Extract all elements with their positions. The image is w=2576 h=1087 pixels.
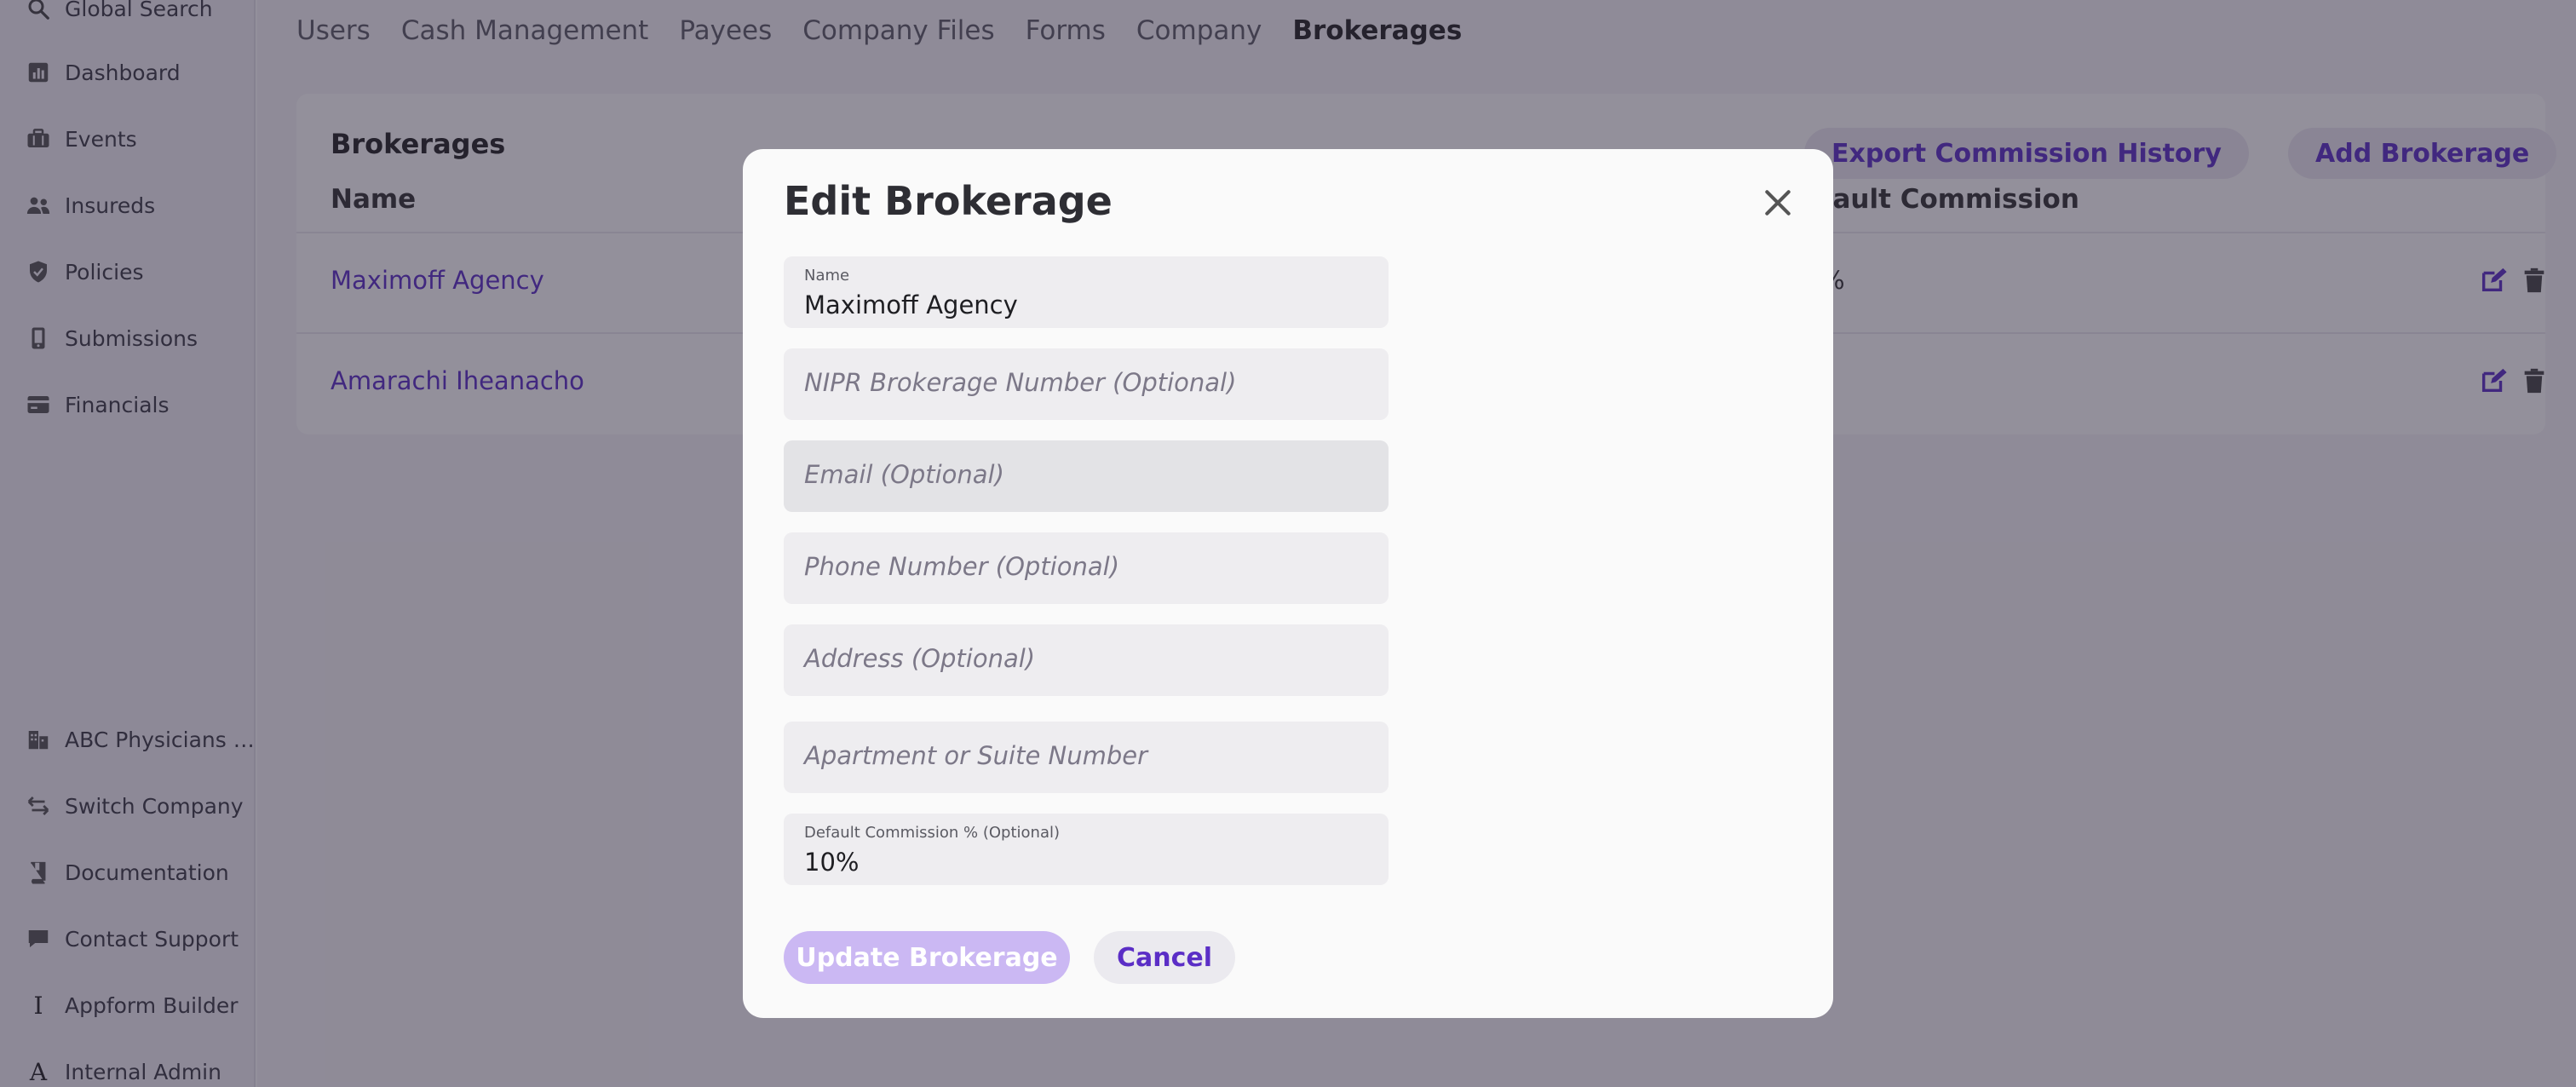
name-field[interactable]: Name Maximoff Agency: [784, 256, 1389, 328]
default-commission-value: 10%: [804, 848, 860, 877]
default-commission-label: Default Commission % (Optional): [804, 824, 1061, 842]
phone-number-field[interactable]: Phone Number (Optional): [784, 532, 1389, 604]
nipr-number-placeholder: NIPR Brokerage Number (Optional): [804, 368, 1237, 397]
nipr-number-field[interactable]: NIPR Brokerage Number (Optional): [784, 348, 1389, 420]
address-field[interactable]: Address (Optional): [784, 624, 1389, 696]
apartment-suite-placeholder: Apartment or Suite Number: [804, 741, 1148, 770]
email-field[interactable]: Email (Optional): [784, 440, 1389, 512]
phone-number-placeholder: Phone Number (Optional): [804, 552, 1120, 581]
update-brokerage-button[interactable]: Update Brokerage: [784, 931, 1070, 984]
name-field-value: Maximoff Agency: [804, 290, 1018, 319]
address-placeholder: Address (Optional): [804, 644, 1036, 673]
cancel-button[interactable]: Cancel: [1094, 931, 1235, 984]
close-icon[interactable]: [1762, 187, 1794, 219]
name-field-label: Name: [804, 267, 850, 285]
default-commission-field[interactable]: Default Commission % (Optional) 10%: [784, 814, 1389, 885]
apartment-suite-field[interactable]: Apartment or Suite Number: [784, 722, 1389, 793]
email-placeholder: Email (Optional): [804, 460, 1004, 489]
edit-brokerage-modal: Edit Brokerage Name Maximoff Agency NIPR…: [743, 149, 1833, 1018]
modal-title: Edit Brokerage: [784, 178, 1113, 224]
